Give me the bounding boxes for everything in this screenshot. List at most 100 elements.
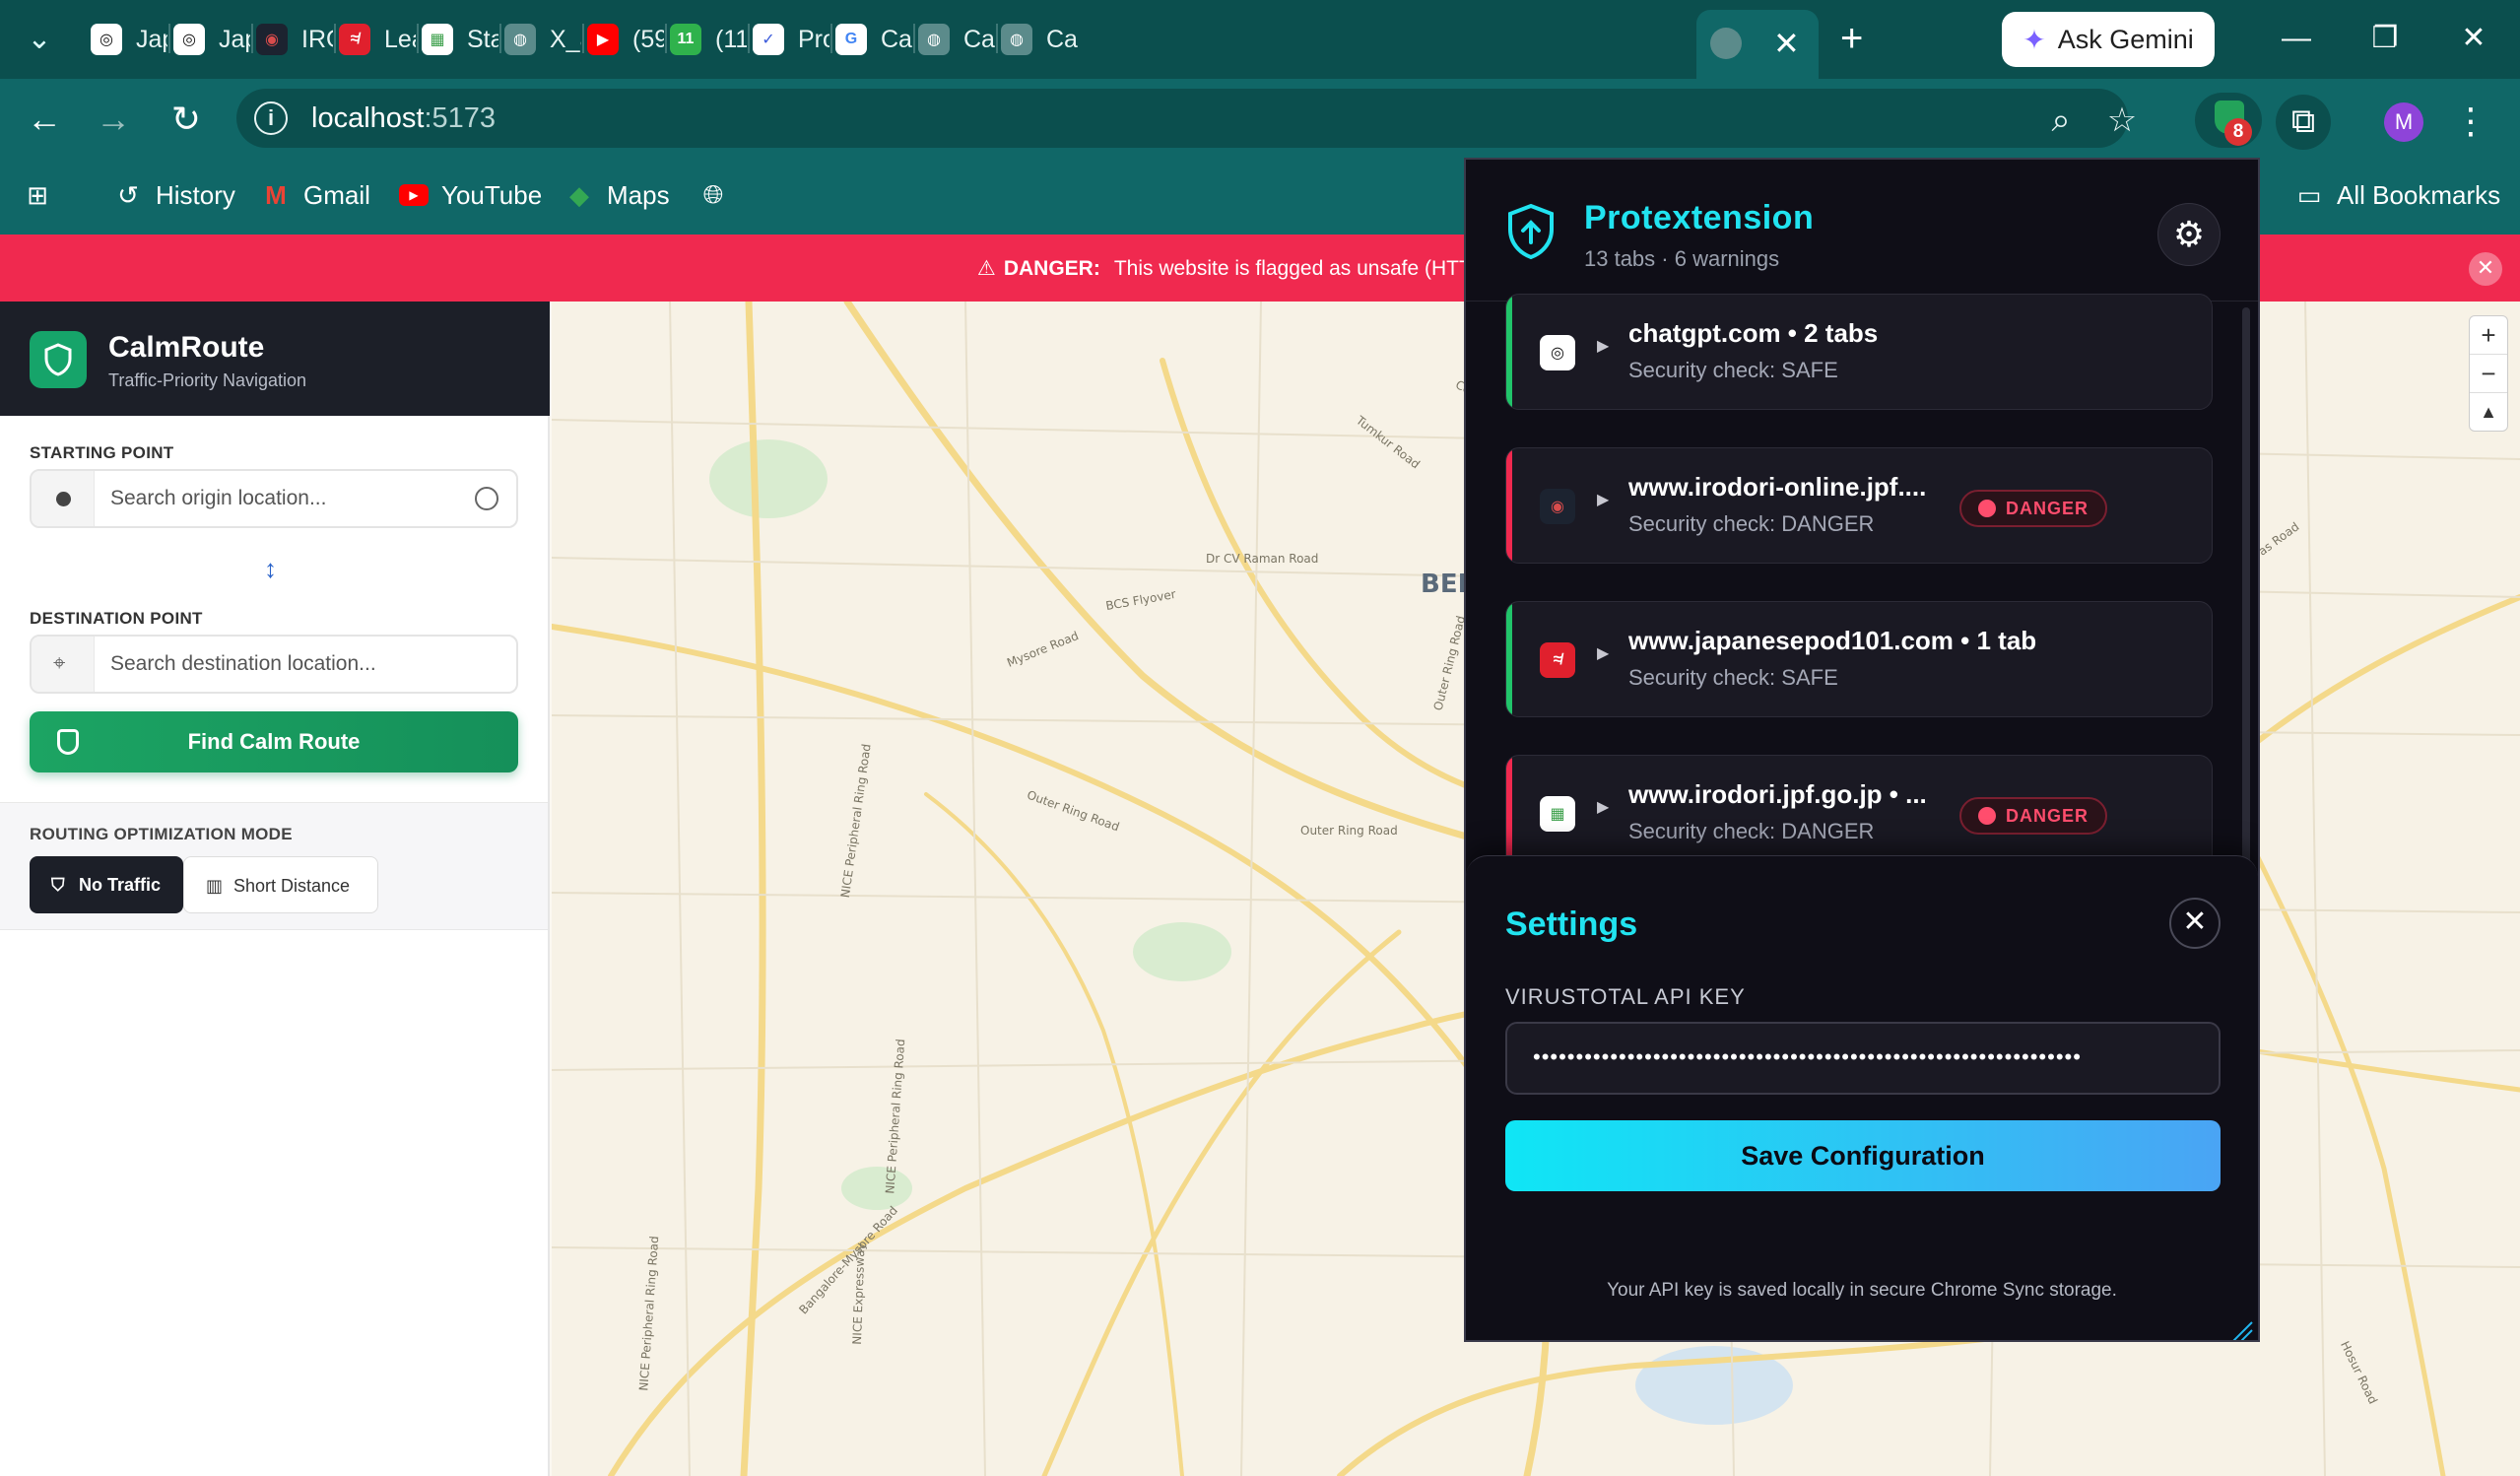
browser-tab[interactable]: G Caln: [835, 12, 912, 67]
bookmark-history[interactable]: ↺ History: [112, 179, 235, 211]
site-card[interactable]: ◉ ▶ www.irodori-online.jpf.... Security che…: [1505, 447, 2213, 564]
zoom-out-button[interactable]: −: [2470, 355, 2507, 393]
compass-reset-button[interactable]: ▲: [2470, 393, 2507, 432]
expand-arrow-icon[interactable]: ▶: [1597, 336, 1609, 356]
apps-grid-icon[interactable]: ⊞: [22, 179, 65, 211]
forward-arrow-icon[interactable]: →: [89, 97, 138, 142]
address-bar[interactable]: i localhost:5173 ⌕ ☆: [236, 89, 2137, 148]
zoom-in-button[interactable]: +: [2470, 316, 2507, 355]
expand-arrow-icon[interactable]: ▶: [1597, 490, 1609, 509]
expand-arrow-icon[interactable]: ▶: [1597, 643, 1609, 663]
browser-tab[interactable]: ≉ Lear: [339, 12, 416, 67]
site-info-icon[interactable]: i: [254, 101, 288, 135]
browser-tab[interactable]: ◎ Japa: [173, 12, 250, 67]
mode-short-distance-button[interactable]: ▥ Short Distance: [183, 856, 378, 913]
tab-title: Caln: [1046, 25, 1078, 53]
danger-message: ⚠ DANGER: This website is flagged as unsaf…: [977, 256, 1521, 281]
tab-title: X_al: [550, 25, 581, 53]
browser-tab[interactable]: ◉ IROI: [256, 12, 333, 67]
all-bookmarks[interactable]: ▭ All Bookmarks: [2293, 179, 2500, 211]
routing-mode-section: ROUTING OPTIMIZATION MODE ⛉ No Traffic ▥…: [0, 802, 548, 930]
reload-icon[interactable]: ↻: [162, 97, 211, 142]
browser-tab[interactable]: ✓ Proj: [753, 12, 829, 67]
tab-favicon-icon: ◍: [918, 24, 950, 55]
site-name: www.irodori.jpf.go.jp • ...: [1628, 779, 1927, 809]
zoom-magnifier-icon[interactable]: ⌕: [2041, 101, 2081, 140]
swap-locations-icon[interactable]: ↕: [264, 554, 277, 584]
tab-separator: [830, 24, 832, 53]
app-subtitle: Traffic-Priority Navigation: [108, 370, 307, 390]
bookmark-youtube[interactable]: ▶ YouTube: [398, 179, 542, 211]
mode-no-traffic-button[interactable]: ⛉ No Traffic: [30, 856, 183, 913]
new-tab-button[interactable]: +: [1840, 14, 1863, 63]
find-calm-route-button[interactable]: Find Calm Route: [30, 711, 518, 772]
tab-favicon-icon: ▦: [422, 24, 453, 55]
settings-close-button[interactable]: ✕: [2169, 898, 2221, 949]
danger-badge-label: DANGER: [2005, 499, 2089, 518]
menu-kebab-icon[interactable]: ⋮: [2453, 99, 2488, 144]
security-status: Security check: SAFE: [1628, 358, 1838, 382]
browser-tab[interactable]: ▦ Start: [422, 12, 498, 67]
profile-avatar[interactable]: M: [2384, 102, 2423, 142]
protextension-extension-button[interactable]: 8: [2195, 93, 2262, 148]
browser-tab[interactable]: ◍ X_al: [504, 12, 581, 67]
banner-close-button[interactable]: ✕: [2469, 252, 2502, 286]
folder-icon: ▭: [2296, 179, 2322, 210]
map-icon: ▥: [206, 876, 224, 896]
map-road-label: Outer Ring Road: [1300, 824, 1398, 838]
minimize-button[interactable]: —: [2272, 16, 2321, 61]
globe-bookmark-icon[interactable]: 🌐︎: [697, 179, 741, 211]
danger-dot-icon: [1977, 500, 1996, 517]
ask-gemini-button[interactable]: ✦ Ask Gemini: [2002, 12, 2215, 67]
bookmark-gmail[interactable]: M Gmail: [260, 179, 370, 211]
protextension-popup: Protextension 13 tabs · 6 warnings ⚙ ◎ ▶ c…: [1464, 158, 2260, 1342]
destination-placeholder: Search destination location...: [110, 652, 376, 675]
save-configuration-button[interactable]: Save Configuration: [1505, 1120, 2221, 1191]
shield-logo-icon: [1508, 203, 1554, 260]
settings-gear-icon[interactable]: ⚙: [2157, 203, 2221, 266]
tab-strip: ⌄ ◎Japa◎Japa◉IROI≉Lear▦Start◍X_al▶(59)11…: [0, 0, 2520, 79]
restore-button[interactable]: ❐: [2360, 16, 2410, 61]
bookmark-star-icon[interactable]: ☆: [2102, 101, 2142, 140]
popup-title: Protextension: [1584, 199, 1815, 236]
map-zoom-control: + − ▲: [2469, 315, 2508, 432]
expand-arrow-icon[interactable]: ▶: [1597, 797, 1609, 817]
tab-favicon-icon: G: [835, 24, 867, 55]
tab-favicon-icon: ▶: [587, 24, 619, 55]
close-tab-button[interactable]: ✕: [1773, 24, 1800, 63]
api-key-input[interactable]: ••••••••••••••••••••••••••••••••••••••••…: [1505, 1022, 2221, 1095]
find-calm-route-label: Find Calm Route: [187, 729, 361, 754]
site-card[interactable]: ▦ ▶ www.irodori.jpf.go.jp • ... Security ch…: [1505, 755, 2213, 871]
back-arrow-icon[interactable]: ←: [20, 97, 69, 142]
all-bookmarks-label: All Bookmarks: [2337, 179, 2501, 210]
tab-favicon-icon: ◍: [504, 24, 536, 55]
browser-tab[interactable]: ◍ Caln: [918, 12, 995, 67]
tab-separator: [168, 24, 170, 53]
tab-title: IROI: [301, 25, 333, 53]
bookmark-maps[interactable]: ◆ Maps: [564, 179, 670, 211]
close-window-button[interactable]: ✕: [2449, 16, 2498, 61]
tab-search-chevron-icon[interactable]: ⌄: [18, 18, 61, 61]
url-text[interactable]: localhost:5173: [311, 102, 496, 135]
browser-tab[interactable]: ◎ Japa: [91, 12, 167, 67]
tab-favicon-icon: ◍: [1001, 24, 1032, 55]
browser-tab[interactable]: ▶ (59): [587, 12, 664, 67]
locate-compass-icon[interactable]: [475, 487, 498, 510]
site-card[interactable]: ≉ ▶ www.japanesepod101.com • 1 tab Security…: [1505, 601, 2213, 717]
danger-text: This website is flagged as unsafe (HTTP …: [1113, 257, 1521, 280]
tab-title: Caln: [881, 25, 912, 53]
origin-input[interactable]: Search origin location...: [30, 469, 518, 528]
settings-title: Settings: [1505, 906, 1638, 943]
bookmark-youtube-label: YouTube: [441, 179, 543, 210]
resize-handle-icon[interactable]: [2228, 1318, 2254, 1342]
ask-gemini-label: Ask Gemini: [2057, 24, 2194, 54]
status-bar: [1506, 295, 1512, 409]
tab-separator: [417, 24, 419, 53]
destination-input[interactable]: ⌖ Search destination location...: [30, 635, 518, 694]
site-card[interactable]: ◎ ▶ chatgpt.com • 2 tabs Security check: SA…: [1505, 294, 2213, 410]
extensions-puzzle-icon[interactable]: ⧉: [2276, 95, 2331, 150]
origin-dot-icon: [56, 492, 71, 506]
browser-tab[interactable]: 11 (11): [670, 12, 747, 67]
active-tab[interactable]: ✕: [1696, 10, 1819, 79]
browser-tab[interactable]: ◍ Caln: [1001, 12, 1078, 67]
